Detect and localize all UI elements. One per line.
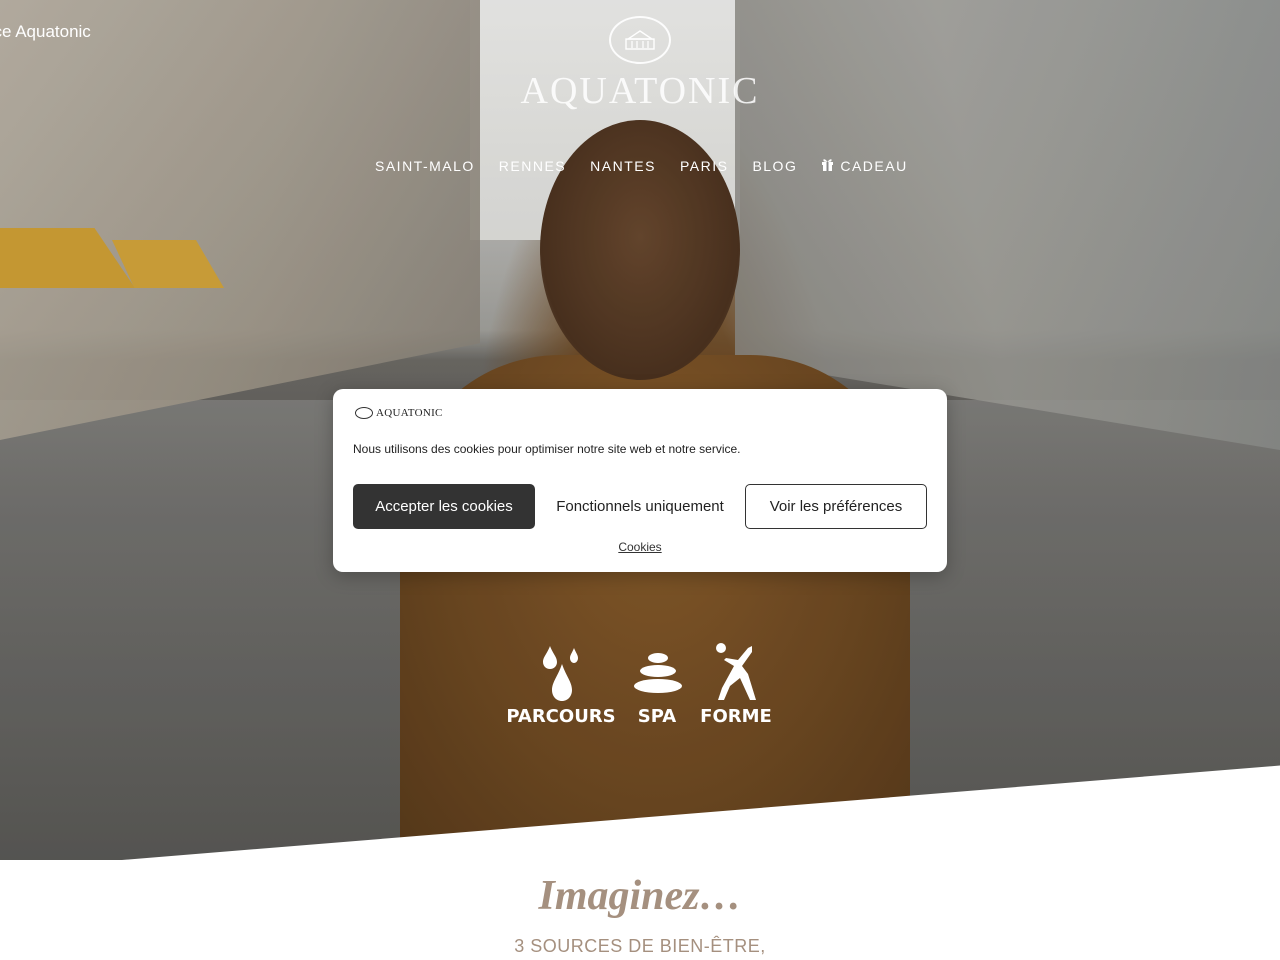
site-logo[interactable]: AQUATONIC (505, 16, 775, 111)
stacked-stones-icon (634, 653, 682, 693)
cookie-dialog-logo: AQUATONIC (355, 405, 443, 421)
feature-icons: PARCOURS SPA FORME (505, 640, 775, 740)
cookie-consent-dialog: AQUATONIC Nous utilisons des cookies pou… (333, 389, 947, 572)
view-preferences-button[interactable]: Voir les préférences (745, 484, 927, 529)
cookie-logo-wordmark: AQUATONIC (376, 407, 443, 419)
building-emblem-icon (355, 407, 373, 419)
accept-cookies-button[interactable]: Accepter les cookies (353, 484, 535, 529)
nav-item-paris[interactable]: PARIS (668, 156, 740, 176)
cookie-message: Nous utilisons des cookies pour optimise… (353, 442, 741, 456)
nav-item-nantes[interactable]: NANTES (578, 156, 668, 176)
feature-spa-label: SPA (637, 706, 677, 727)
feature-parcours-label: PARCOURS (506, 706, 616, 727)
nav-item-rennes[interactable]: RENNES (487, 156, 578, 176)
top-left-link[interactable]: ace Aquatonic (0, 22, 91, 42)
functional-only-button[interactable]: Fonctionnels uniquement (545, 484, 735, 529)
section-subheading: 3 SOURCES DE BIEN-ÊTRE, (514, 936, 766, 956)
water-drops-icon (543, 646, 578, 701)
section-heading: Imaginez… (538, 873, 742, 919)
nav-item-saint-malo[interactable]: SAINT-MALO (363, 156, 487, 176)
building-emblem-icon (609, 16, 671, 64)
logo-wordmark: AQUATONIC (520, 70, 760, 112)
nav-item-cadeau[interactable]: CADEAU (809, 156, 919, 176)
cookies-policy-link[interactable]: Cookies (333, 540, 947, 554)
gift-icon (821, 156, 834, 176)
feature-forme-label: FORME (700, 706, 772, 727)
main-nav: SAINT-MALO RENNES NANTES PARIS BLOG CADE… (363, 156, 920, 176)
nav-item-cadeau-label: CADEAU (840, 158, 908, 174)
dancer-icon (716, 643, 756, 700)
nav-item-blog[interactable]: BLOG (740, 156, 809, 176)
